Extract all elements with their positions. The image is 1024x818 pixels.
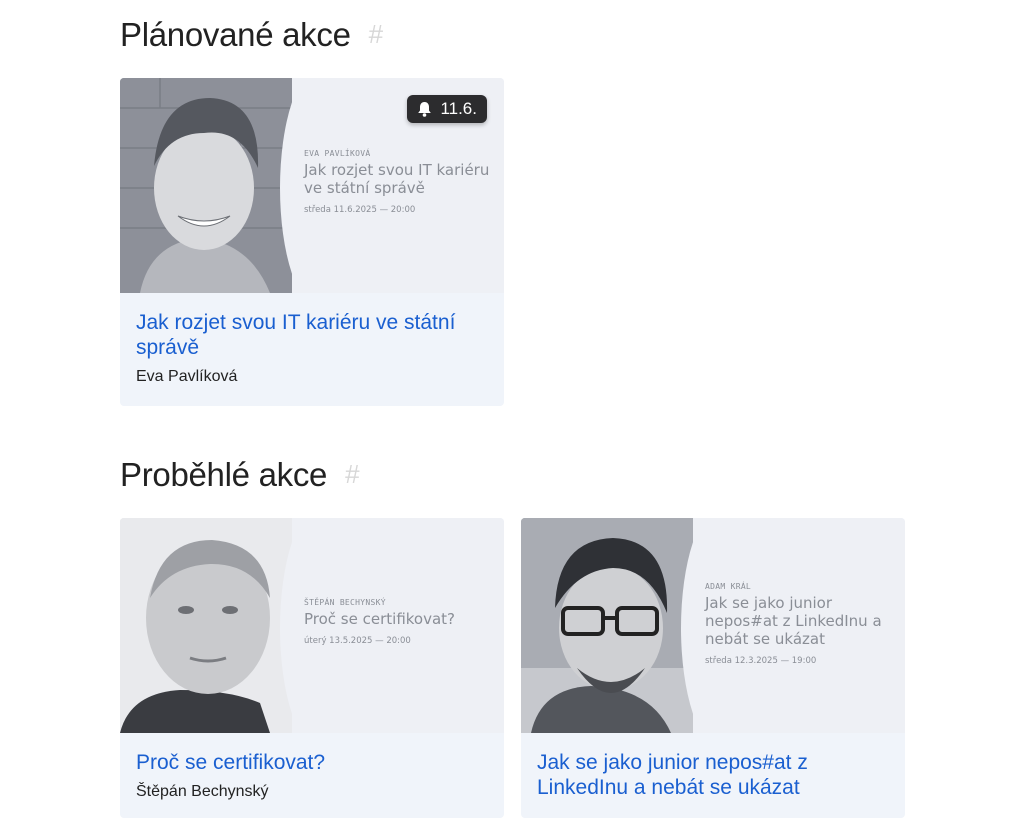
thumbnail-caption: EVA PAVLÍKOVÁ Jak rozjet svou IT kariéru… [304, 149, 490, 215]
planned-anchor-link[interactable]: # [369, 19, 383, 49]
planned-heading: Plánované akce # [120, 16, 383, 54]
event-card-kral[interactable]: ADAM KRÁL Jak se jako junior nepos#at z … [521, 518, 905, 818]
event-title-link[interactable]: Jak rozjet svou IT kariéru ve státní spr… [136, 310, 488, 360]
event-title-link[interactable]: Proč se certifikovat? [136, 750, 488, 775]
card-body: Proč se certifikovat? Štěpán Bechynský [120, 733, 504, 817]
past-heading: Proběhlé akce # [120, 456, 360, 494]
past-anchor-link[interactable]: # [345, 459, 359, 489]
event-title-link[interactable]: Jak se jako junior nepos#at z LinkedInu … [537, 750, 889, 800]
speaker-photo [120, 78, 292, 293]
bell-icon [418, 102, 432, 117]
thumbnail-speaker: ADAM KRÁL [705, 582, 752, 591]
thumbnail-talk-title: Jak rozjet svou IT kariéru ve státní spr… [304, 161, 490, 197]
thumbnail-caption: ŠTĚPÁN BECHYNSKÝ Proč se certifikovat? ú… [304, 598, 490, 646]
thumbnail-speaker: EVA PAVLÍKOVÁ [304, 149, 371, 158]
event-speaker: Štěpán Bechynský [136, 783, 269, 800]
card-body: Jak rozjet svou IT kariéru ve státní spr… [120, 293, 504, 402]
event-speaker: Eva Pavlíková [136, 368, 238, 385]
card-body: Jak se jako junior nepos#at z LinkedInu … [521, 733, 905, 818]
event-thumbnail: 11.6. EVA PAVLÍKOVÁ Jak rozjet svou IT k… [120, 78, 504, 293]
planned-heading-text: Plánované akce [120, 16, 351, 53]
thumbnail-talk-title: Jak se jako junior nepos#at z LinkedInu … [705, 594, 882, 648]
speaker-photo [120, 518, 292, 733]
speaker-photo [521, 518, 693, 733]
event-thumbnail: ŠTĚPÁN BECHYNSKÝ Proč se certifikovat? ú… [120, 518, 504, 733]
event-thumbnail: ADAM KRÁL Jak se jako junior nepos#at z … [521, 518, 905, 733]
thumbnail-date: středa 11.6.2025 — 20:00 [304, 205, 416, 215]
thumbnail-date: středa 12.3.2025 — 19:00 [705, 656, 817, 666]
past-heading-text: Proběhlé akce [120, 456, 328, 493]
thumbnail-speaker: ŠTĚPÁN BECHYNSKÝ [304, 598, 386, 607]
event-card-pavlikova[interactable]: 11.6. EVA PAVLÍKOVÁ Jak rozjet svou IT k… [120, 78, 504, 406]
thumbnail-date: úterý 13.5.2025 — 20:00 [304, 636, 411, 646]
event-card-bechynsky[interactable]: ŠTĚPÁN BECHYNSKÝ Proč se certifikovat? ú… [120, 518, 504, 818]
reminder-badge[interactable]: 11.6. [407, 95, 487, 123]
thumbnail-talk-title: Proč se certifikovat? [304, 610, 456, 628]
thumbnail-caption: ADAM KRÁL Jak se jako junior nepos#at z … [705, 582, 891, 666]
reminder-date: 11.6. [440, 99, 477, 118]
